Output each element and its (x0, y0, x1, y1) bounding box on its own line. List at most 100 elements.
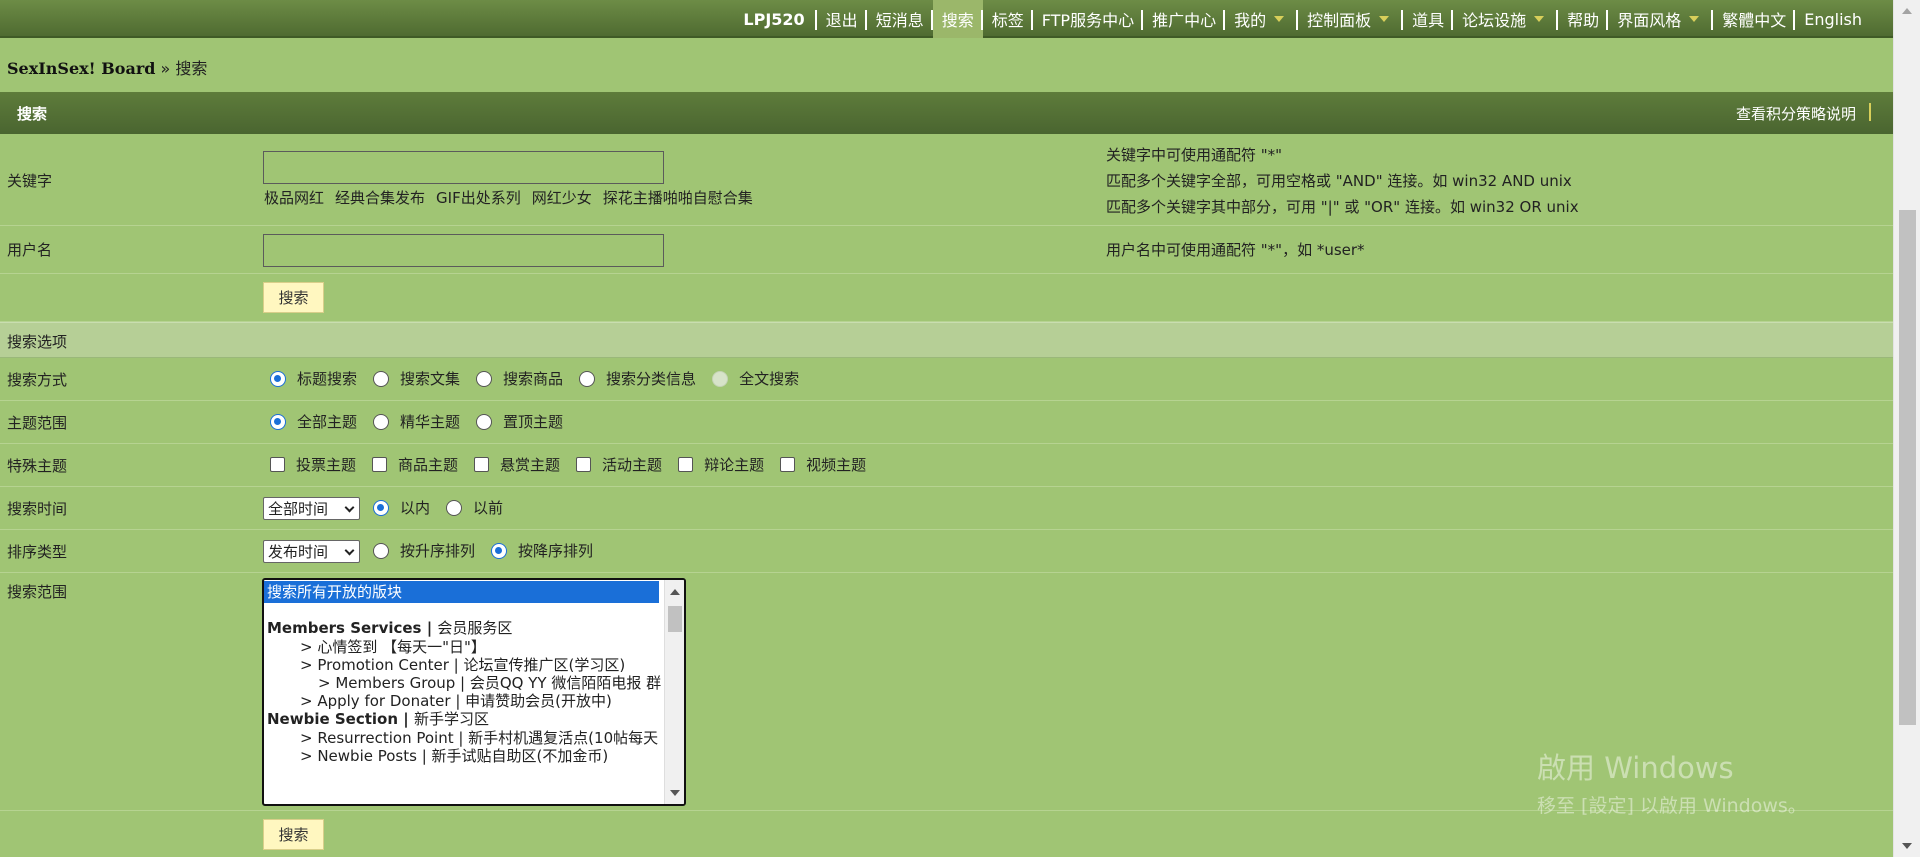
sort-options: 按升序排列 按降序排列 (373, 540, 609, 561)
checkbox-option[interactable]: 悬赏主题 (474, 454, 560, 475)
scroll-up-icon[interactable] (1902, 8, 1912, 14)
radio-button[interactable] (491, 542, 508, 559)
header-link-divider (1869, 103, 1871, 121)
checkbox-option[interactable]: 辩论主题 (678, 454, 764, 475)
scroll-down-icon[interactable] (670, 790, 680, 796)
scroll-up-icon[interactable] (670, 589, 680, 595)
top-nav: LPJ520 退出 短消息 搜索 标签 FTP服务中心 推广中心 我的 控制面板 道具 论坛设施 帮助… (0, 0, 1893, 38)
checkbox-label: 商品主题 (398, 456, 459, 474)
forum-range-label: 搜索范围 (7, 583, 68, 601)
nav-item[interactable]: LPJ520 (734, 0, 817, 38)
checkbox-label: 视频主题 (806, 456, 867, 474)
search-submit-button[interactable]: 搜索 (263, 819, 324, 850)
radio-option[interactable]: 标题搜索 (270, 368, 357, 389)
radio-button[interactable] (476, 413, 493, 430)
nav-item[interactable]: 推广中心 (1143, 0, 1226, 38)
radio-option[interactable]: 搜索分类信息 (579, 368, 696, 389)
checkbox-option[interactable]: 商品主题 (372, 454, 458, 475)
nav-item[interactable]: 短消息 (867, 0, 933, 38)
radio-option[interactable]: 按降序排列 (491, 540, 593, 561)
radio-option[interactable]: 置顶主题 (476, 411, 563, 432)
breadcrumb-separator: » (160, 59, 171, 78)
listbox-scrollbar[interactable] (664, 580, 684, 804)
radio-label: 以内 (400, 499, 431, 517)
checkbox[interactable] (780, 457, 796, 472)
radio-option[interactable]: 精华主题 (373, 411, 460, 432)
radio-label: 置顶主题 (503, 413, 564, 431)
hot-tag[interactable]: 经典合集发布 (335, 187, 425, 208)
radio-button[interactable] (446, 499, 463, 516)
checkbox[interactable] (372, 457, 388, 472)
nav-item[interactable]: 繁體中文 (1713, 0, 1796, 38)
checkbox[interactable] (576, 457, 592, 472)
chevron-down-icon (344, 502, 355, 513)
hot-tag[interactable]: 探花主播啪啪自慰合集 (603, 187, 753, 208)
keyword-input[interactable] (263, 151, 664, 184)
scroll-thumb[interactable] (1899, 210, 1916, 725)
caret-down-icon (1534, 16, 1545, 22)
nav-item[interactable]: 控制面板 (1298, 0, 1404, 38)
hot-tag[interactable]: 极品网红 (264, 187, 324, 208)
scroll-thumb[interactable] (668, 606, 682, 632)
nav-item-label: 帮助 (1567, 11, 1600, 30)
nav-item[interactable]: 标签 (983, 0, 1033, 38)
checkbox[interactable] (678, 457, 694, 472)
forum-option[interactable]: > Newbie Posts | 新手试贴自助区(不加金币) (267, 745, 667, 767)
breadcrumb-site[interactable]: SexInSex! Board (7, 59, 155, 78)
radio-button[interactable] (476, 370, 493, 387)
scroll-down-icon[interactable] (1902, 843, 1912, 849)
checkbox-option[interactable]: 视频主题 (780, 454, 866, 475)
radio-option[interactable]: 以前 (446, 497, 503, 518)
radio-option[interactable]: 全文搜索 (712, 368, 799, 389)
hot-tag[interactable]: 网红少女 (532, 187, 592, 208)
radio-option[interactable]: 以内 (373, 497, 430, 518)
sort-label: 排序类型 (7, 543, 68, 561)
radio-option[interactable]: 全部主题 (270, 411, 357, 432)
radio-button[interactable] (373, 499, 389, 516)
nav-item[interactable]: 论坛设施 (1453, 0, 1559, 38)
radio-button[interactable] (270, 370, 286, 387)
radio-button[interactable] (373, 370, 390, 387)
caret-down-icon (1274, 16, 1285, 22)
radio-button[interactable] (579, 370, 596, 387)
nav-item-label: FTP服务中心 (1041, 11, 1135, 30)
search-button[interactable]: 搜索 (263, 282, 324, 313)
nav-item[interactable]: 搜索 (932, 0, 983, 38)
page-scrollbar[interactable] (1893, 0, 1920, 857)
nav-item[interactable]: 道具 (1403, 0, 1454, 38)
checkbox-option[interactable]: 投票主题 (270, 454, 356, 475)
radio-label: 按降序排列 (518, 542, 594, 560)
username-input[interactable] (263, 234, 664, 267)
sort-select[interactable]: 发布时间 (263, 540, 360, 563)
radio-button[interactable] (373, 542, 389, 559)
radio-option[interactable]: 按升序排列 (373, 540, 475, 561)
radio-button[interactable] (373, 413, 390, 430)
nav-item-label: 繁體中文 (1722, 11, 1787, 30)
nav-item[interactable]: 帮助 (1558, 0, 1609, 38)
time-select-value: 全部时间 (268, 500, 329, 518)
page: LPJ520 退出 短消息 搜索 标签 FTP服务中心 推广中心 我的 控制面板 道具 论坛设施 帮助… (0, 0, 1893, 857)
nav-item[interactable]: 退出 (817, 0, 867, 38)
special-label: 特殊主题 (7, 457, 68, 475)
checkbox[interactable] (474, 457, 490, 472)
search-options-bar: 搜索选项 (0, 322, 1893, 358)
nav-item[interactable]: FTP服务中心 (1033, 0, 1144, 38)
nav-item[interactable]: 界面风格 (1608, 0, 1714, 38)
credit-policy-link[interactable]: 查看积分策略说明 (1736, 103, 1856, 124)
radio-label: 搜索商品 (503, 370, 564, 388)
checkbox[interactable] (270, 457, 285, 472)
hot-tag[interactable]: GIF出处系列 (436, 187, 521, 208)
checkbox-option[interactable]: 活动主题 (576, 454, 662, 475)
forum-option-label: > Newbie Posts | 新手试贴自助区(不加金币) (300, 746, 609, 765)
radio-button[interactable] (270, 413, 286, 430)
keyword-hint-line: 关键字中可使用通配符 "*" (1106, 146, 1283, 164)
nav-item[interactable]: 我的 (1225, 0, 1299, 38)
radio-option[interactable]: 搜索文集 (373, 368, 460, 389)
radio-button[interactable] (712, 370, 729, 387)
nav-item[interactable]: English (1795, 0, 1871, 38)
sort-select-value: 发布时间 (268, 543, 329, 561)
username-hint: 用户名中可使用通配符 "*"，如 *user* (1106, 241, 1365, 259)
time-select[interactable]: 全部时间 (263, 497, 360, 520)
forum-listbox[interactable]: 搜索所有开放的版块 Members Services | 会员服务区 > 心情签到 … (262, 578, 686, 806)
radio-option[interactable]: 搜索商品 (476, 368, 563, 389)
